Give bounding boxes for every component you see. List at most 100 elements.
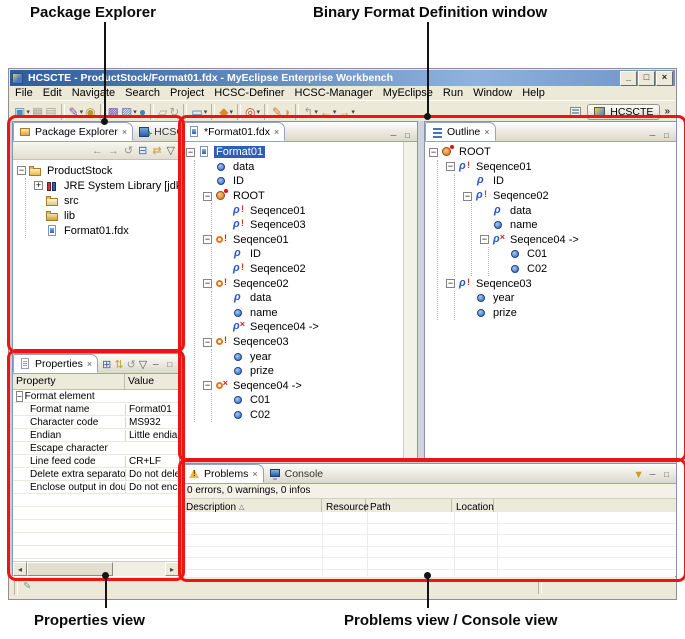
menu-run[interactable]: Run xyxy=(438,87,468,99)
minimize-view-icon[interactable]: ─ xyxy=(647,131,658,141)
table-row[interactable]: Enclose output in double quotesDo not en… xyxy=(13,481,179,494)
expander-icon[interactable]: − xyxy=(203,235,212,244)
filter-icon[interactable]: ▼ xyxy=(633,467,644,483)
tab-package-explorer[interactable]: Package Explorer × xyxy=(13,122,133,141)
window-minimize-button[interactable]: _ xyxy=(620,71,637,86)
edit-config-button[interactable]: ✎ xyxy=(271,103,283,121)
expander-icon[interactable]: − xyxy=(203,279,212,288)
expander-icon[interactable]: − xyxy=(16,391,23,402)
tree-node[interactable]: −Seqence02 xyxy=(203,276,404,291)
tree-node[interactable]: −Seqence02 xyxy=(463,189,676,204)
tree-node[interactable]: C01 xyxy=(497,247,676,262)
palette-button[interactable]: ◗ xyxy=(283,103,292,121)
tab-format01-fdx[interactable]: *Format01.fdx × xyxy=(182,122,285,141)
back-button[interactable]: ←▾ xyxy=(319,103,338,121)
tab-problems[interactable]: Problems × xyxy=(182,464,264,483)
tree-node[interactable]: prize xyxy=(220,364,404,379)
tree-node[interactable]: data xyxy=(220,291,404,306)
expander-icon[interactable]: − xyxy=(463,192,472,201)
expander-icon[interactable]: − xyxy=(17,166,26,175)
open-folder-button[interactable]: ▱ xyxy=(157,103,168,121)
expander-icon[interactable]: − xyxy=(203,192,212,201)
show-advanced-icon[interactable]: ⇅ xyxy=(114,357,123,373)
expander-icon[interactable]: − xyxy=(480,235,489,244)
minimize-view-icon[interactable]: ─ xyxy=(388,131,399,141)
tree-node[interactable]: lib xyxy=(34,208,179,223)
menu-navigate[interactable]: Navigate xyxy=(67,87,120,99)
expander-icon[interactable]: − xyxy=(186,148,195,157)
perspective-overflow-chevron[interactable]: » xyxy=(664,106,672,117)
dropdown-arrow-icon[interactable]: ▾ xyxy=(333,108,337,116)
up-icon[interactable]: ↺ xyxy=(124,143,133,159)
menu-hcscmanager[interactable]: HCSC-Manager xyxy=(290,87,378,99)
snapshot-button[interactable]: ▭▾ xyxy=(190,103,208,121)
maximize-view-icon[interactable]: □ xyxy=(164,360,175,370)
expander-icon[interactable]: − xyxy=(429,148,438,157)
show-categories-icon[interactable]: ⊞ xyxy=(102,357,111,373)
collapse-all-icon[interactable]: ⊟ xyxy=(138,143,147,159)
minimize-view-icon[interactable]: ─ xyxy=(647,470,658,480)
tree-node[interactable]: Format01.fdx xyxy=(34,223,179,238)
new-annotation-button[interactable]: ✎▾ xyxy=(68,103,85,121)
menu-search[interactable]: Search xyxy=(120,87,165,99)
vertical-scrollbar[interactable] xyxy=(403,142,417,459)
expander-icon[interactable]: − xyxy=(203,381,212,390)
last-edit-button[interactable]: ↰▾ xyxy=(302,103,319,121)
table-row[interactable]: Escape character xyxy=(13,442,179,455)
dropdown-arrow-icon[interactable]: ▾ xyxy=(314,108,318,116)
tab-console[interactable]: Console xyxy=(264,464,329,483)
table-row[interactable]: EndianLittle endian xyxy=(13,429,179,442)
print-button[interactable]: ▤ xyxy=(44,103,57,121)
window-maximize-button[interactable]: □ xyxy=(638,71,655,86)
dropdown-arrow-icon[interactable]: ▾ xyxy=(133,108,137,116)
tree-node[interactable]: Seqence04 -> xyxy=(220,320,404,335)
tree-node[interactable]: −Seqence03 xyxy=(203,335,404,350)
close-icon[interactable]: × xyxy=(274,127,279,137)
tree-node[interactable]: name xyxy=(220,306,404,321)
tree-node[interactable]: ID xyxy=(463,174,676,189)
tree-node[interactable]: +JRE System Library [jdk] xyxy=(34,178,179,193)
tree-node[interactable]: data xyxy=(480,203,676,218)
tab-hcscte-view[interactable]: HCSCTE View xyxy=(133,122,180,141)
menu-project[interactable]: Project xyxy=(165,87,209,99)
close-icon[interactable]: × xyxy=(122,127,127,137)
view-menu-icon[interactable]: ▽ xyxy=(139,357,147,373)
column-property[interactable]: Property xyxy=(13,374,125,389)
tree-node[interactable]: year xyxy=(463,291,676,306)
perspective-hcscte-button[interactable]: HCSCTE xyxy=(587,104,660,120)
open-perspective-icon[interactable] xyxy=(570,106,583,118)
menu-edit[interactable]: Edit xyxy=(38,87,67,99)
tree-node[interactable]: C02 xyxy=(497,262,676,277)
close-icon[interactable]: × xyxy=(87,359,92,369)
dropdown-arrow-icon[interactable]: ▾ xyxy=(204,108,208,116)
menu-help[interactable]: Help xyxy=(517,87,550,99)
tree-node[interactable]: ID xyxy=(203,174,404,189)
tab-properties[interactable]: Properties × xyxy=(13,354,98,373)
close-icon[interactable]: × xyxy=(252,469,257,479)
tree-node[interactable]: −ProductStock xyxy=(17,163,179,178)
scrollbar-track[interactable] xyxy=(27,562,165,576)
minimize-view-icon[interactable]: ─ xyxy=(150,360,161,370)
tree-node[interactable]: −Seqence03 xyxy=(446,276,676,291)
horizontal-scrollbar[interactable]: ◂ ▸ xyxy=(13,561,179,576)
tree-node[interactable]: Seqence01 xyxy=(220,203,404,218)
tab-outline[interactable]: Outline × xyxy=(425,122,496,141)
expander-icon[interactable]: − xyxy=(446,279,455,288)
table-row[interactable]: Line feed codeCR+LF xyxy=(13,455,179,468)
table-row[interactable]: −Format element xyxy=(13,390,179,403)
maximize-view-icon[interactable]: □ xyxy=(402,131,413,141)
tree-node[interactable]: −ROOT xyxy=(429,145,676,160)
back-icon[interactable]: ← xyxy=(92,143,103,159)
tree-node[interactable]: −Seqence04 -> xyxy=(203,379,404,394)
tree-node[interactable]: −Seqence01 xyxy=(446,160,676,175)
browser-button[interactable]: ● xyxy=(138,103,147,121)
tree-node[interactable]: src xyxy=(34,193,179,208)
tree-node[interactable]: C02 xyxy=(220,408,404,423)
menu-file[interactable]: File xyxy=(10,87,38,99)
dropdown-arrow-icon[interactable]: ▾ xyxy=(26,108,30,116)
scroll-right-icon[interactable]: ▸ xyxy=(165,562,179,576)
table-row[interactable]: Delete extra separatorsDo not delete xyxy=(13,468,179,481)
tree-node[interactable]: data xyxy=(203,160,404,175)
column-value[interactable]: Value xyxy=(125,374,179,389)
scroll-left-icon[interactable]: ◂ xyxy=(13,562,27,576)
